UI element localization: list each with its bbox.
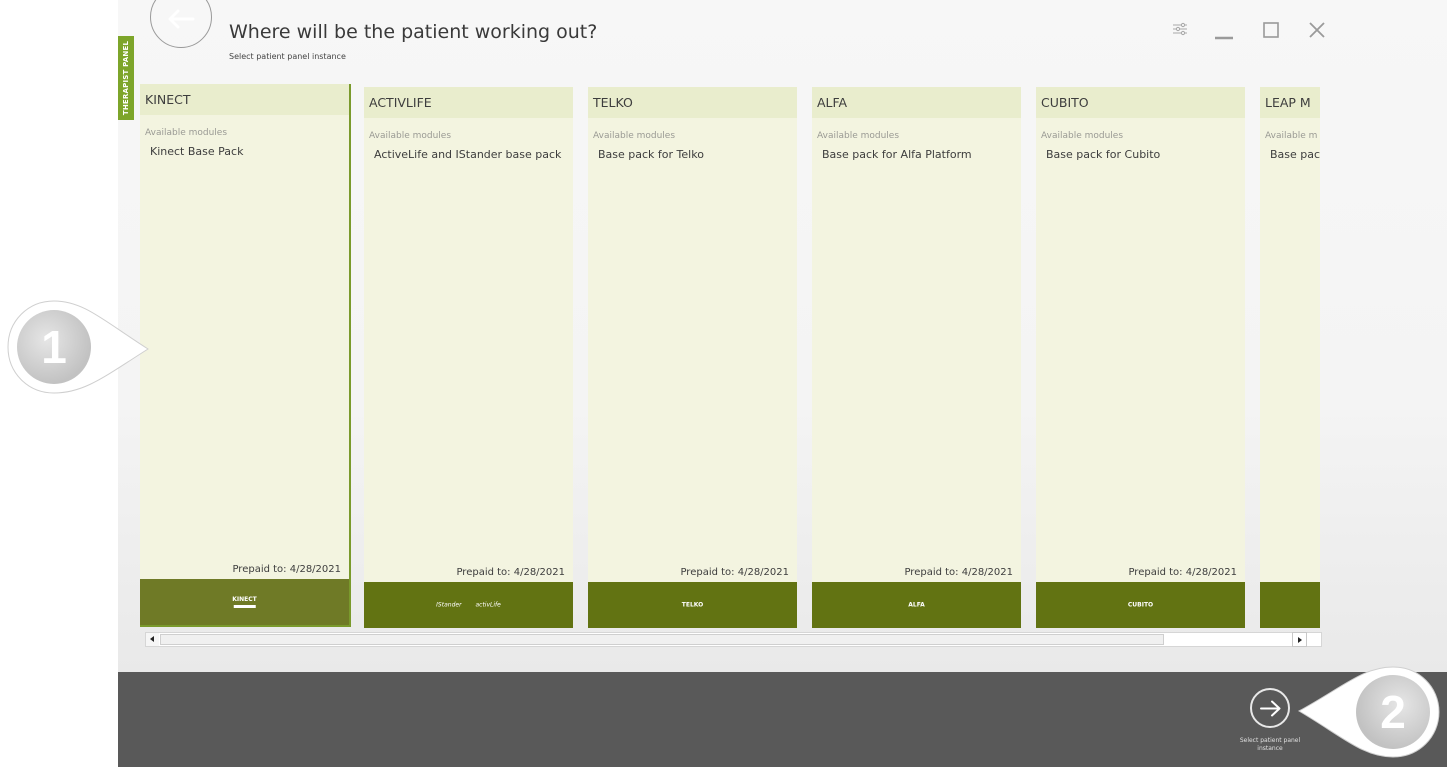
select-panel-instance-button[interactable] <box>1250 688 1290 728</box>
available-modules-label: Available modules <box>817 131 900 141</box>
brand-logo-strip <box>1260 582 1320 628</box>
arrow-right-icon <box>1260 700 1281 717</box>
available-modules-label: Available modules <box>1041 131 1124 141</box>
prepaid-date: Prepaid to: 4/28/2021 <box>1128 567 1237 578</box>
scroll-thumb[interactable] <box>160 634 1164 645</box>
horizontal-scrollbar[interactable] <box>145 632 1322 647</box>
kinect-logo: KINECT <box>232 596 257 608</box>
module-name: Kinect Base Pack <box>150 145 244 158</box>
prepaid-date: Prepaid to: 4/28/2021 <box>904 567 1013 578</box>
prepaid-date: Prepaid to: 4/28/2021 <box>680 567 789 578</box>
activlife-logo-text: activLife <box>475 601 501 609</box>
card-title: LEAP M <box>1265 95 1311 110</box>
telko-logo-text: TELKO <box>681 601 704 609</box>
card-title: KINECT <box>145 92 191 107</box>
brand-logo-strip: CUBITO <box>1036 582 1245 628</box>
close-icon[interactable] <box>1305 18 1329 42</box>
panel-card-alfa[interactable]: ALFA Available modules Base pack for Alf… <box>812 87 1021 628</box>
telko-logo: TELKO <box>682 602 704 609</box>
panel-card-cubito[interactable]: CUBITO Available modules Base pack for C… <box>1036 87 1245 628</box>
arrow-right-small-icon <box>1298 636 1302 643</box>
page-title: Where will be the patient working out? <box>229 21 598 43</box>
app-window: THERAPIST PANEL Where will be the patien… <box>118 0 1447 767</box>
screen: THERAPIST PANEL Where will be the patien… <box>0 0 1447 767</box>
brand-logo-strip: KINECT <box>140 579 349 625</box>
brand-logo-strip: ALFA <box>812 582 1021 628</box>
istander-activlife-logo: IStander activLife <box>436 602 501 609</box>
available-modules-label: Available m <box>1265 131 1318 141</box>
module-name: Base pack for Alfa Platform <box>822 148 972 161</box>
callout-number: 2 <box>1380 686 1406 738</box>
maximize-icon[interactable] <box>1259 18 1283 42</box>
module-name: Base pack for Telko <box>598 148 704 161</box>
available-modules-label: Available modules <box>369 131 452 141</box>
prepaid-date: Prepaid to: 4/28/2021 <box>232 564 341 575</box>
cubito-logo: CUBITO <box>1128 602 1153 609</box>
panel-card-telko[interactable]: TELKO Available modules Base pack for Te… <box>588 87 797 628</box>
istander-logo-text: IStander <box>436 601 462 609</box>
minimize-icon[interactable] <box>1212 18 1236 42</box>
card-title: ACTIVLIFE <box>369 95 432 110</box>
settings-sliders-icon[interactable] <box>1168 18 1192 42</box>
alfa-logo: ALFA <box>908 602 925 609</box>
alfa-logo-text: ALFA <box>908 601 925 609</box>
module-name: ActiveLife and IStander base pack <box>374 148 562 161</box>
available-modules-label: Available modules <box>145 128 228 138</box>
panel-card-leap-motion[interactable]: LEAP M Available m Base pac <box>1260 87 1320 628</box>
brand-logo-strip: TELKO <box>588 582 797 628</box>
cubito-logo-text: CUBITO <box>1127 601 1154 609</box>
card-title: CUBITO <box>1041 95 1089 110</box>
callout-badge-1: 1 <box>4 297 154 397</box>
card-title: ALFA <box>817 95 848 110</box>
therapist-panel-tab[interactable]: THERAPIST PANEL <box>118 36 134 120</box>
module-name: Base pac <box>1270 148 1320 161</box>
available-modules-label: Available modules <box>593 131 676 141</box>
card-title: TELKO <box>593 95 633 110</box>
page-subtitle: Select patient panel instance <box>229 52 346 61</box>
module-name: Base pack for Cubito <box>1046 148 1161 161</box>
prepaid-date: Prepaid to: 4/28/2021 <box>456 567 565 578</box>
scroll-right-button[interactable] <box>1292 632 1307 647</box>
panel-card-kinect[interactable]: KINECT Available modules Kinect Base Pac… <box>140 84 351 627</box>
arrow-left-small-icon <box>150 636 154 642</box>
callout-number: 1 <box>41 321 67 373</box>
scroll-left-button[interactable] <box>146 633 159 646</box>
callout-badge-2: 2 <box>1293 663 1443 763</box>
arrow-left-icon <box>168 9 195 29</box>
kinect-logo-bar <box>233 605 256 608</box>
kinect-logo-text: KINECT <box>232 596 257 603</box>
brand-logo-strip: IStander activLife <box>364 582 573 628</box>
panel-card-activlife[interactable]: ACTIVLIFE Available modules ActiveLife a… <box>364 87 573 628</box>
panel-instance-list: KINECT Available modules Kinect Base Pac… <box>140 84 1320 634</box>
therapist-panel-label: THERAPIST PANEL <box>122 40 130 116</box>
